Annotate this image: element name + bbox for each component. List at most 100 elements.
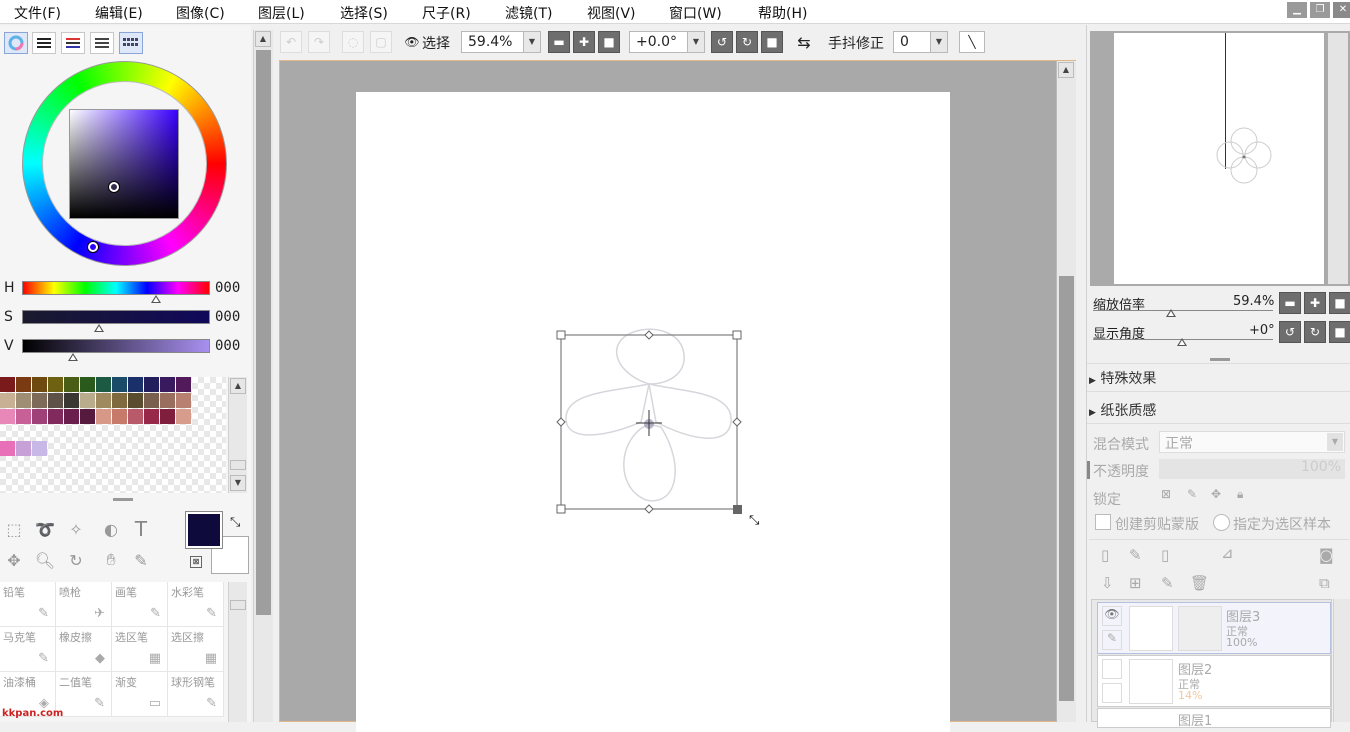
hue-picker-handle[interactable] [88,242,98,252]
color-swatch[interactable] [96,409,111,424]
minimize-button[interactable]: ▁ [1287,2,1307,18]
color-swatch[interactable] [32,393,47,408]
menu-image[interactable]: 图像(C) [176,3,225,23]
brush-slot[interactable]: 水彩笔 ✎ [168,582,224,627]
menu-layer[interactable]: 图层(L) [258,3,305,23]
new-layer-icon[interactable]: ▯ [1101,546,1109,564]
color-swatch[interactable] [176,393,191,408]
stabilizer-field[interactable]: 0 [893,31,933,53]
transparent-color-icon[interactable]: ⊠ [190,556,202,568]
blend-dropdown-icon[interactable]: ▼ [1327,433,1343,451]
line-tool-button[interactable]: ╲ [959,31,985,53]
swatch-mode-button[interactable] [119,32,143,54]
undo-button[interactable]: ↶ [280,31,302,53]
color-swatch[interactable] [64,393,79,408]
menu-view[interactable]: 视图(V) [587,3,636,23]
clear-layer-icon[interactable]: ✎ [1161,574,1174,592]
visibility-eye-icon[interactable]: 👁︎ [1102,606,1122,626]
zoom-out-button[interactable]: ▬ [548,31,570,53]
brush-slot[interactable]: 画笔 ✎ [112,582,168,627]
color-swatch[interactable] [32,377,47,392]
color-swatch[interactable] [112,377,127,392]
zoom-field[interactable]: 59.4% [461,31,529,53]
move-icon[interactable]: ✥ [0,546,28,574]
color-swatch[interactable] [48,393,63,408]
color-swatch[interactable] [16,377,31,392]
scroll-down-icon[interactable]: ▼ [230,475,246,491]
zoom-dropdown-icon[interactable]: ▼ [523,31,541,53]
color-swatch[interactable] [144,393,159,408]
brush-slot[interactable]: 二值笔 ✎ [56,672,112,717]
opacity-slider[interactable]: 100% [1159,459,1345,479]
color-swatch[interactable] [48,377,63,392]
color-swatch[interactable] [80,409,95,424]
color-swatch[interactable] [80,393,95,408]
display-angle-thumb[interactable] [1177,338,1187,346]
brush-slot[interactable]: 马克笔 ✎ [0,627,56,672]
blend-mode-select[interactable]: 正常 [1159,431,1345,453]
color-mixer-mode-button[interactable] [90,32,114,54]
layer-item-1[interactable]: 图层1 [1097,708,1331,729]
color-swatch[interactable] [32,409,47,424]
hsv-slider-mode-button[interactable] [61,32,85,54]
menu-filter[interactable]: 滤镜(T) [505,3,552,23]
color-swatch[interactable] [128,409,143,424]
menu-window[interactable]: 窗口(W) [669,3,722,23]
merge-down-icon[interactable]: ⊞ [1129,574,1142,592]
lock-move-icon[interactable]: ✥ [1211,487,1221,501]
menu-ruler[interactable]: 尺子(R) [422,3,471,23]
close-button[interactable]: ✕ [1333,2,1350,18]
layer-option-icon[interactable]: ⧉ [1319,574,1330,592]
color-swatch[interactable] [128,377,143,392]
layer-item-2[interactable]: 图层2 正常 14% [1097,655,1331,707]
invert-select-button[interactable]: ▢ [370,31,392,53]
color-swatch[interactable] [160,377,175,392]
color-swatch[interactable] [16,409,31,424]
color-swatch[interactable] [32,441,47,456]
brush-slot[interactable]: 渐变 ▭ [112,672,168,717]
color-swatch[interactable] [160,409,175,424]
color-swatch[interactable] [0,377,15,392]
zoom-icon[interactable]: 🔍︎ [31,546,59,574]
value-slider[interactable] [22,339,210,353]
special-effects-section[interactable]: ▶ 特殊效果 [1089,368,1156,388]
scroll-up-icon[interactable]: ▲ [1058,62,1074,78]
brush-slot[interactable]: 球形钢笔 ✎ [168,672,224,717]
nav-zoom-in-button[interactable]: ✚ [1304,292,1326,314]
color-swatch[interactable] [16,441,31,456]
canvas-vertical-scrollbar[interactable]: ▲ [1056,61,1076,722]
color-swatch[interactable] [16,393,31,408]
nav-rotate-reset-button[interactable]: ■ [1329,321,1350,343]
brush-slot[interactable]: 选区笔 ▦ [112,627,168,672]
layer-mask-icon[interactable]: ◙ [1319,546,1334,564]
transfer-down-icon[interactable]: ⇩ [1101,574,1114,592]
saturation-value-square[interactable] [69,109,179,219]
visibility-toggle[interactable] [1102,659,1122,679]
stabilizer-dropdown-icon[interactable]: ▼ [930,31,948,53]
zoom-rate-thumb[interactable] [1166,309,1176,317]
eye-icon[interactable]: 👁︎ [401,31,423,53]
saturation-slider-thumb[interactable] [94,324,104,332]
color-swatch[interactable] [144,377,159,392]
color-swatch[interactable] [112,393,127,408]
menu-select[interactable]: 选择(S) [340,3,388,23]
left-scroll-thumb[interactable] [256,50,271,615]
brush-slot[interactable]: 橡皮擦 ◆ [56,627,112,672]
new-linework-layer-icon[interactable]: ✎ [1129,546,1142,564]
lasso-icon[interactable]: ➰ [31,515,59,543]
zoom-reset-button[interactable]: ■ [598,31,620,53]
brush-scrollbar[interactable] [228,582,247,722]
lock-draw-icon[interactable]: ✎ [1187,487,1197,501]
hue-slider[interactable] [22,281,210,295]
canvas-area[interactable]: ⤡ [279,60,1076,732]
rotate-ccw-button[interactable]: ↺ [711,31,733,53]
layer-list-scrollbar[interactable] [1333,599,1350,722]
redo-button[interactable]: ↷ [308,31,330,53]
rgb-slider-mode-button[interactable] [32,32,56,54]
menu-edit[interactable]: 编辑(E) [95,3,143,23]
panel-edge-handle[interactable] [1087,461,1090,479]
swap-colors-icon[interactable]: ⤡ [230,515,240,530]
navigator-preview[interactable] [1090,31,1350,286]
canvas-paper[interactable]: ⤡ [356,92,950,732]
rotate-cw-button[interactable]: ↻ [736,31,758,53]
